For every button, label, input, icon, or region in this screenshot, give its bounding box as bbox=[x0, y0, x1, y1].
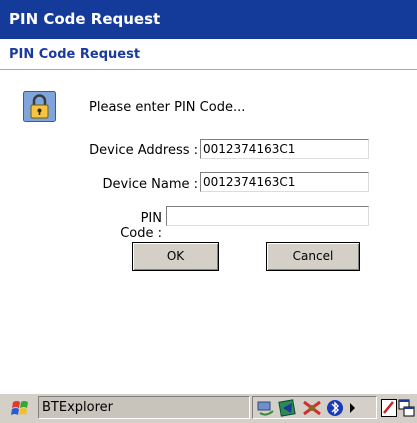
system-tray bbox=[252, 396, 377, 419]
bluetooth-icon[interactable] bbox=[325, 399, 347, 417]
network-icon[interactable] bbox=[256, 399, 276, 417]
cancel-button[interactable]: Cancel bbox=[266, 242, 360, 271]
device-address-label: Device Address : bbox=[89, 143, 198, 158]
pin-code-label: PIN Code : bbox=[120, 211, 162, 241]
pin-prompt: Please enter PIN Code... bbox=[89, 100, 246, 115]
dialog-heading-bar: PIN Code Request bbox=[0, 39, 417, 70]
ok-button[interactable]: OK bbox=[132, 242, 219, 271]
lock-icon bbox=[23, 91, 56, 122]
device-name-field[interactable]: 0012374163C1 bbox=[200, 172, 369, 192]
taskbar: BTExplorer bbox=[0, 392, 417, 423]
device-address-field[interactable]: 0012374163C1 bbox=[200, 139, 369, 159]
bluetooth-device-icon[interactable] bbox=[277, 398, 299, 418]
pin-code-input[interactable] bbox=[166, 206, 369, 226]
dialog-heading: PIN Code Request bbox=[9, 47, 141, 62]
window-switch-icon[interactable] bbox=[398, 398, 415, 418]
start-button[interactable] bbox=[8, 400, 32, 418]
windows-flag-icon bbox=[11, 401, 28, 415]
window-title: PIN Code Request bbox=[0, 0, 417, 39]
device-name-label: Device Name : bbox=[102, 177, 198, 192]
pen-icon[interactable] bbox=[381, 398, 397, 418]
taskbar-app-button[interactable]: BTExplorer bbox=[38, 396, 250, 419]
tray-arrow-icon[interactable] bbox=[349, 401, 357, 415]
bluetooth-status-icon[interactable] bbox=[301, 399, 323, 417]
